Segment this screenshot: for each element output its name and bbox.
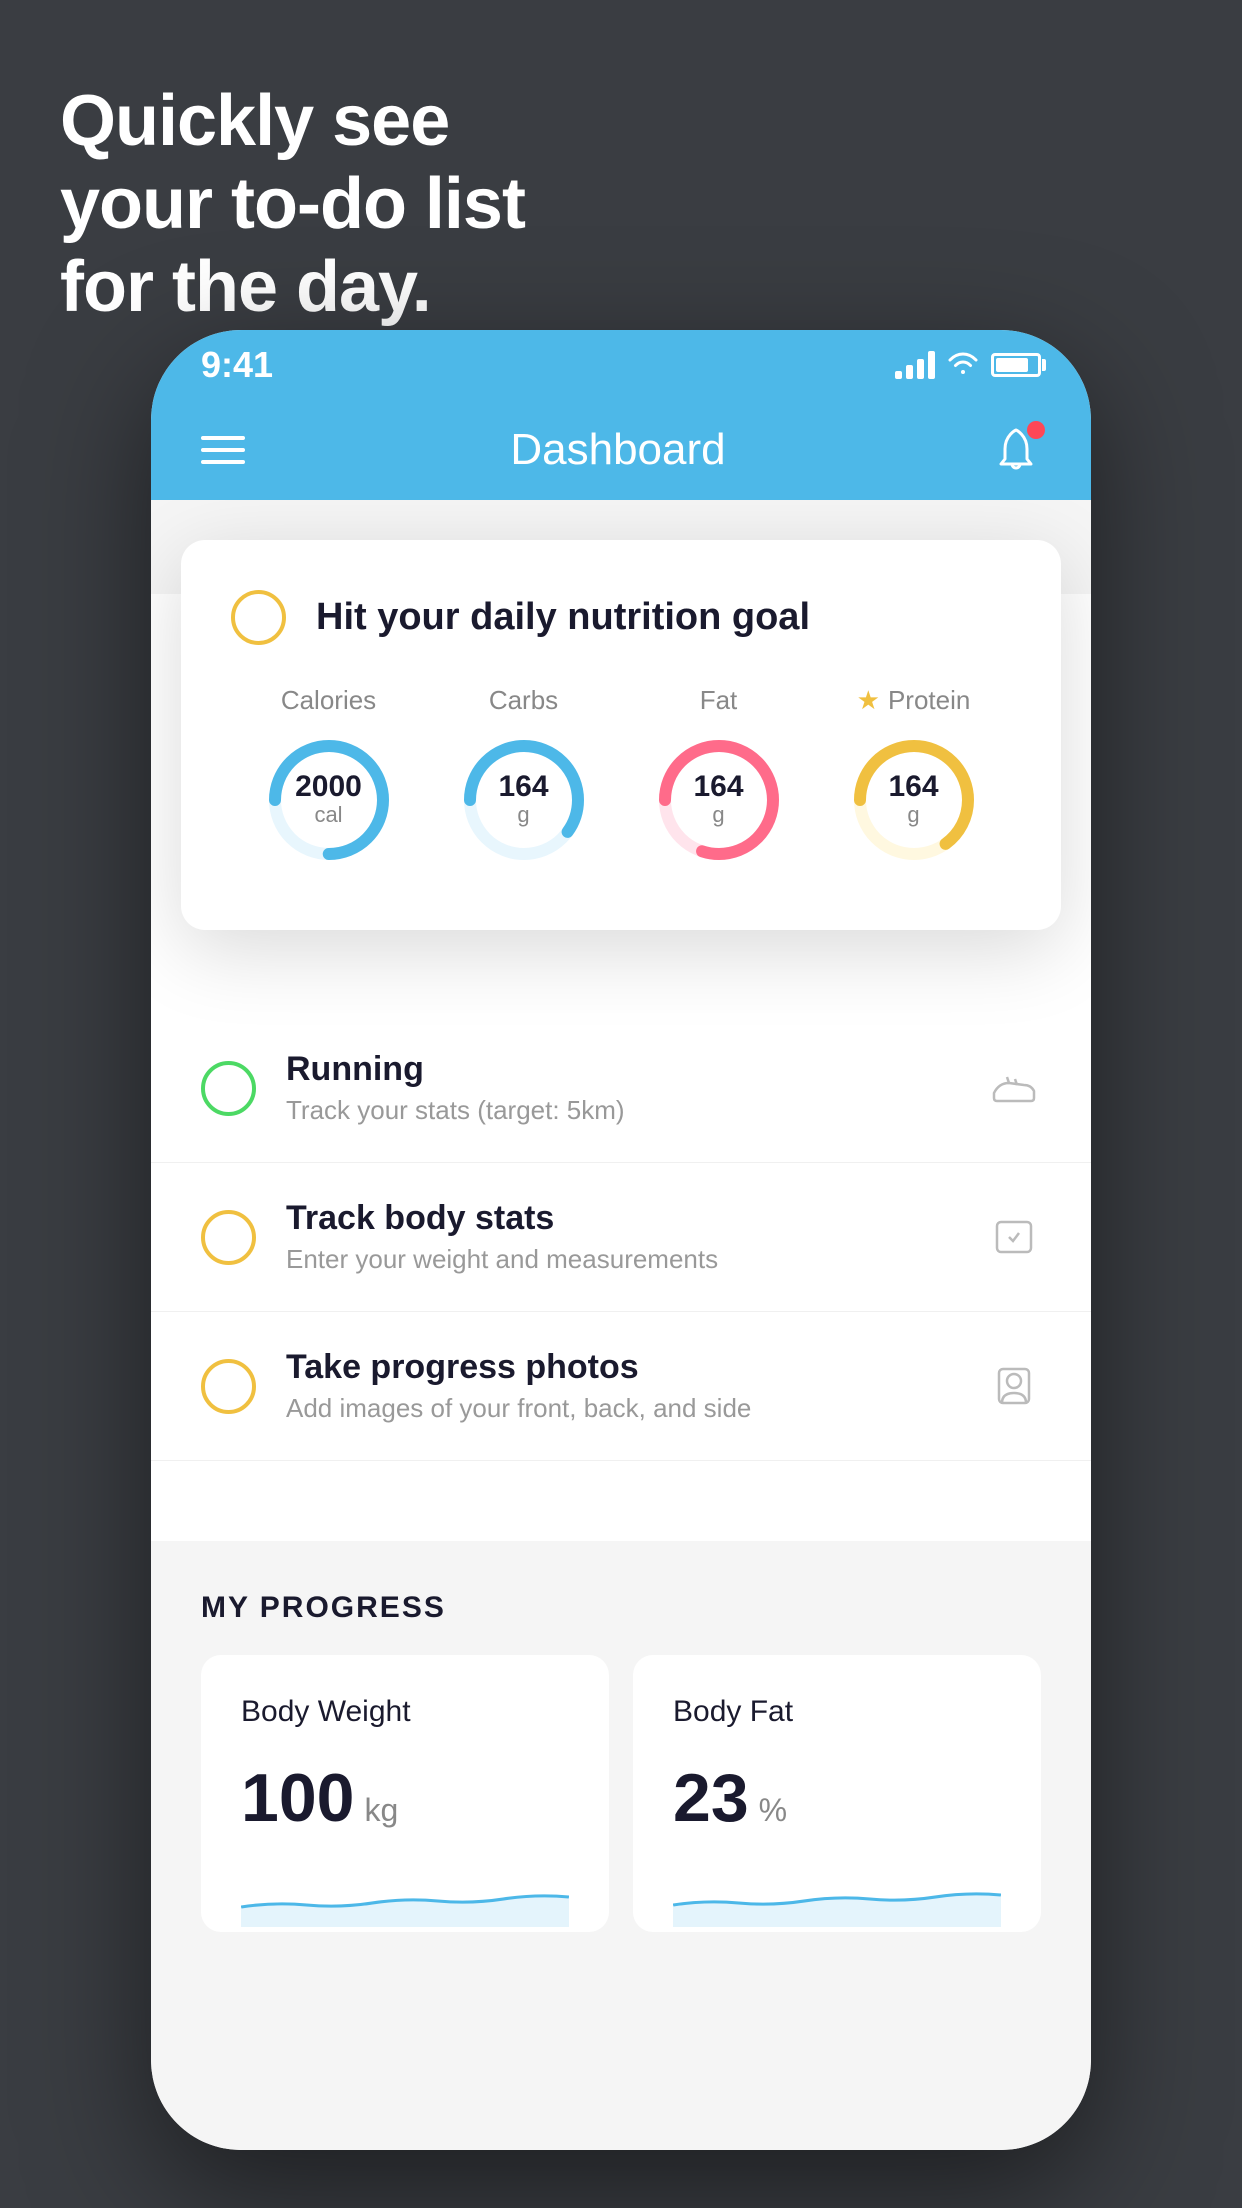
body-fat-title: Body Fat <box>673 1695 1001 1729</box>
nav-title: Dashboard <box>510 425 725 475</box>
item-title-running: Running <box>286 1050 956 1089</box>
body-fat-value-row: 23 % <box>673 1759 1001 1837</box>
star-icon: ★ <box>857 685 880 716</box>
item-checkbox-running[interactable] <box>201 1061 256 1116</box>
status-icons <box>895 348 1041 383</box>
item-title-photos: Take progress photos <box>286 1348 956 1387</box>
list-item[interactable]: Running Track your stats (target: 5km) <box>151 1014 1091 1163</box>
nutrition-item-carbs: Carbs 164 g <box>454 685 594 870</box>
person-icon <box>986 1359 1041 1414</box>
body-weight-unit: kg <box>364 1792 398 1829</box>
nutrition-item-calories: Calories 2000 cal <box>259 685 399 870</box>
item-text-bodystats: Track body stats Enter your weight and m… <box>286 1199 956 1275</box>
item-checkbox-bodystats[interactable] <box>201 1210 256 1265</box>
body-weight-card[interactable]: Body Weight 100 kg <box>201 1655 609 1932</box>
ring-fat: 164 g <box>649 730 789 870</box>
body-weight-chart <box>241 1867 569 1927</box>
item-checkbox-photos[interactable] <box>201 1359 256 1414</box>
battery-icon <box>991 353 1041 377</box>
progress-cards: Body Weight 100 kg Body Fat <box>201 1655 1041 1932</box>
top-nav: Dashboard <box>151 400 1091 500</box>
hero-line1: Quickly see <box>60 80 525 163</box>
ring-carbs: 164 g <box>454 730 594 870</box>
hero-line3: for the day. <box>60 246 525 329</box>
hero-text: Quickly see your to-do list for the day. <box>60 80 525 328</box>
hero-line2: your to-do list <box>60 163 525 246</box>
body-fat-unit: % <box>759 1792 787 1829</box>
item-text-running: Running Track your stats (target: 5km) <box>286 1050 956 1126</box>
scroll-content: THINGS TO DO TODAY Running Track your st… <box>151 500 1091 2150</box>
nutrition-circles: Calories 2000 cal Carbs 164 g Fat <box>231 685 1011 870</box>
scale-icon <box>986 1210 1041 1265</box>
wifi-icon <box>947 348 979 383</box>
item-subtitle-bodystats: Enter your weight and measurements <box>286 1244 956 1275</box>
shoe-icon <box>986 1061 1041 1116</box>
body-fat-chart <box>673 1867 1001 1927</box>
notification-dot <box>1027 421 1045 439</box>
nutrition-label-protein: ★Protein <box>857 685 971 716</box>
nutrition-card[interactable]: Hit your daily nutrition goal Calories 2… <box>181 540 1061 930</box>
nutrition-item-fat: Fat 164 g <box>649 685 789 870</box>
nutrition-item-protein: ★Protein 164 g <box>844 685 984 870</box>
list-item[interactable]: Track body stats Enter your weight and m… <box>151 1163 1091 1312</box>
body-weight-value: 100 <box>241 1759 354 1837</box>
phone-frame: 9:41 <box>151 330 1091 2150</box>
hamburger-menu[interactable] <box>201 436 245 464</box>
body-weight-title: Body Weight <box>241 1695 569 1729</box>
body-fat-card[interactable]: Body Fat 23 % <box>633 1655 1041 1932</box>
nutrition-label-fat: Fat <box>700 685 738 716</box>
status-bar: 9:41 <box>151 330 1091 400</box>
nutrition-label-carbs: Carbs <box>489 685 558 716</box>
nutrition-label-calories: Calories <box>281 685 376 716</box>
progress-section: MY PROGRESS Body Weight 100 kg <box>151 1541 1091 1952</box>
bell-icon[interactable] <box>991 425 1041 475</box>
item-text-photos: Take progress photos Add images of your … <box>286 1348 956 1424</box>
card-title-row: Hit your daily nutrition goal <box>231 590 1011 645</box>
progress-header: MY PROGRESS <box>201 1591 1041 1625</box>
status-time: 9:41 <box>201 344 273 386</box>
card-title: Hit your daily nutrition goal <box>316 596 810 639</box>
ring-calories: 2000 cal <box>259 730 399 870</box>
item-subtitle-running: Track your stats (target: 5km) <box>286 1095 956 1126</box>
body-weight-value-row: 100 kg <box>241 1759 569 1837</box>
signal-icon <box>895 351 935 379</box>
item-subtitle-photos: Add images of your front, back, and side <box>286 1393 956 1424</box>
body-fat-value: 23 <box>673 1759 749 1837</box>
nutrition-checkbox[interactable] <box>231 590 286 645</box>
ring-protein: 164 g <box>844 730 984 870</box>
phone-container: 9:41 <box>151 330 1091 2150</box>
list-item[interactable]: Take progress photos Add images of your … <box>151 1312 1091 1461</box>
item-title-bodystats: Track body stats <box>286 1199 956 1238</box>
